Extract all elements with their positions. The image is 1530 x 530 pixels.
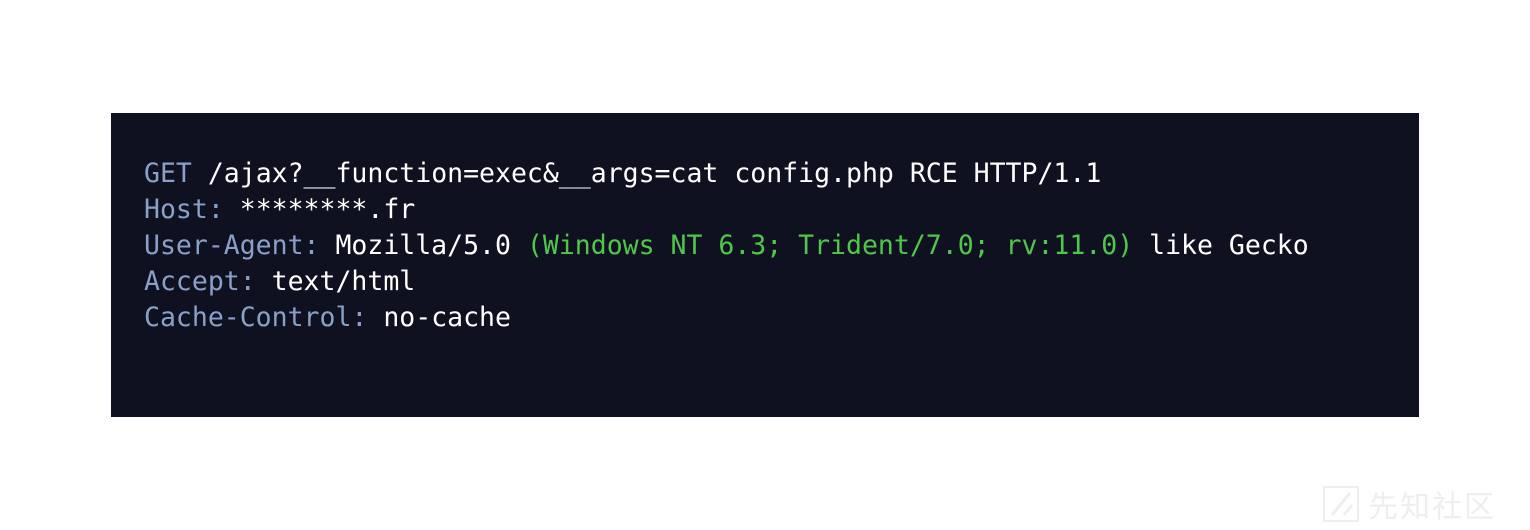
cache-control-header-key: Cache-Control: xyxy=(144,302,368,333)
user-agent-header-key: User-Agent: xyxy=(144,230,320,261)
user-agent-value-platform: (Windows NT 6.3; Trident/7.0; rv:11.0) xyxy=(526,230,1134,261)
xianzhi-logo-icon xyxy=(1323,486,1359,522)
request-path: /ajax?__function=exec&__args=cat config.… xyxy=(191,158,1102,189)
site-watermark: 先知社区 xyxy=(1322,484,1496,525)
host-header-key: Host: xyxy=(144,194,224,225)
host-header-value: ********.fr xyxy=(223,194,416,225)
request-line: GET /ajax?__function=exec&__args=cat con… xyxy=(144,156,1419,192)
http-request-code-block: GET /ajax?__function=exec&__args=cat con… xyxy=(111,113,1419,417)
accept-header-key: Accept: xyxy=(144,266,256,297)
cache-control-header-line: Cache-Control: no-cache xyxy=(144,300,1419,336)
cache-control-header-value: no-cache xyxy=(367,302,511,333)
accept-header-line: Accept: text/html xyxy=(144,264,1419,300)
user-agent-value-prefix: Mozilla/5.0 xyxy=(319,230,527,261)
http-method: GET xyxy=(144,158,192,189)
host-header-line: Host: ********.fr xyxy=(144,192,1419,228)
user-agent-header-line: User-Agent: Mozilla/5.0 (Windows NT 6.3;… xyxy=(144,228,1419,264)
watermark-text: 先知社区 xyxy=(1368,490,1496,525)
user-agent-value-suffix: like Gecko xyxy=(1133,230,1309,261)
accept-header-value: text/html xyxy=(255,266,416,297)
